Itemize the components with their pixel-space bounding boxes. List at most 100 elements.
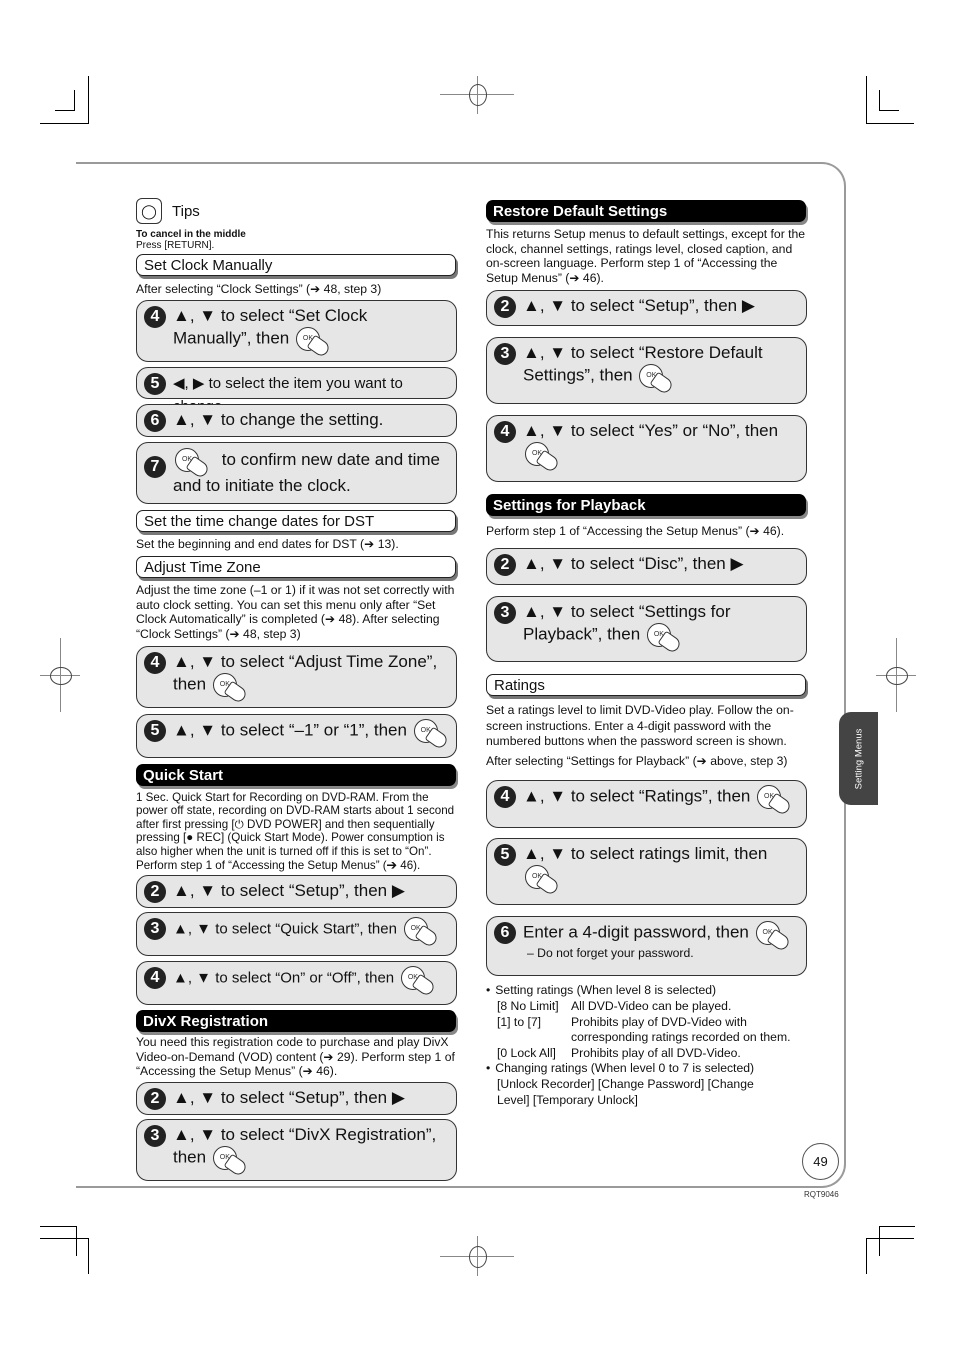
hand-icon	[411, 973, 437, 998]
crop-mark	[879, 1226, 880, 1256]
crop-mark	[866, 76, 867, 124]
step-number: 3	[144, 1124, 166, 1147]
step-item: 4 ▲, ▼ to select “Adjust Time Zone”, the…	[136, 645, 457, 708]
ratings-heading: Ratings	[486, 673, 806, 696]
step-item: 2 ▲, ▼ to select “Setup”, then ▶	[136, 1081, 457, 1115]
quick-start-heading: Quick Start	[136, 763, 456, 786]
hand-icon	[424, 726, 450, 750]
crop-mark	[76, 1226, 77, 1256]
step-item: 2 ▲, ▼ to select “Setup”, then ▶	[136, 875, 457, 909]
dst-text: Set the beginning and end dates for DST …	[136, 536, 399, 551]
tips-label: Tips	[172, 202, 200, 220]
step-text: ▲, ▼ to select “Setup”, then ▶	[173, 1087, 405, 1107]
step-number: 2	[144, 1087, 166, 1110]
lightbulb-icon: ◯	[136, 198, 162, 224]
quick-start-intro: 1 Sec. Quick Start for Recording on DVD-…	[136, 790, 455, 872]
step-number: 4	[144, 967, 166, 990]
step-item: 3 ▲, ▼ to select “DivX Registration”, th…	[136, 1118, 457, 1181]
step-item: 2 ▲, ▼ to select “Setup”, then ▶	[486, 290, 807, 327]
step-text: ▲, ▼ to change the setting.	[173, 409, 384, 429]
step-number: 4	[494, 421, 516, 444]
level-key: [0 Lock All]	[497, 1045, 556, 1060]
step-text: ▲, ▼ to select “–1” or “1”, then	[173, 720, 407, 740]
crop-mark	[879, 90, 880, 110]
level-desc: Prohibits play of DVD-Video with corresp…	[571, 1014, 791, 1045]
bullet-text: Setting ratings (When level 8 is selecte…	[495, 983, 717, 998]
set-clock-intro: After selecting “Clock Settings” (➔ 48, …	[136, 282, 382, 296]
doc-code: RQT9046	[804, 1190, 839, 1199]
step-item: 5 ▲, ▼ to select “–1” or “1”, then OK	[136, 713, 457, 758]
ratings-intro-2: After selecting “Settings for Playback” …	[486, 753, 788, 768]
step-number: 2	[144, 881, 166, 904]
crop-mark	[88, 76, 89, 124]
restore-intro: This returns Setup menus to default sett…	[486, 227, 806, 285]
time-zone-intro: Adjust the time zone (–1 or 1) if it was…	[136, 583, 455, 641]
step-number: 6	[494, 922, 516, 945]
ok-button-icon: OK	[755, 921, 792, 953]
step-item: 4 ▲, ▼ to select “Ratings”, then OK	[486, 780, 807, 829]
restore-heading: Restore Default Settings	[486, 200, 806, 222]
step-number: 3	[144, 918, 166, 941]
step-item: 6 Enter a 4-digit password, then OK – Do…	[486, 916, 807, 977]
side-tab: Setting Menus	[839, 712, 878, 805]
step-text: ▲, ▼ to select “Setup”, then ▶	[523, 296, 755, 316]
bullet-item: • Changing ratings (When level 0 to 7 is …	[486, 1061, 755, 1076]
step-number: 2	[494, 553, 516, 576]
ok-button-icon: OK	[525, 442, 561, 474]
step-text: ▲, ▼ to select “Set Clock Manually”, the…	[173, 305, 368, 348]
hand-icon	[767, 792, 793, 817]
step-text: ▲, ▼ to select “Settings for Playback”, …	[523, 601, 731, 644]
step-item: 6 ▲, ▼ to change the setting.	[136, 403, 457, 437]
ratings-intro: Set a ratings level to limit DVD-Video p…	[486, 702, 794, 749]
side-tab-label: Setting Menus	[853, 728, 864, 789]
left-column: ◯ Tips To cancel in the middle Press [RE…	[136, 198, 458, 1181]
bullet-item: • Setting ratings (When level 8 is select…	[486, 983, 717, 998]
step-number: 2	[494, 296, 516, 319]
ok-button-icon: OK	[212, 1145, 249, 1178]
step-text: ▲, ▼ to select ratings limit, then	[523, 844, 768, 864]
ok-button-icon: OK	[295, 326, 332, 358]
dst-heading: Set the time change dates for DST	[136, 509, 456, 532]
crop-mark	[866, 1238, 867, 1274]
set-clock-heading: Set Clock Manually	[136, 254, 456, 276]
step-text: ▲, ▼ to select “Disc”, then ▶	[523, 553, 744, 573]
hand-icon	[657, 630, 683, 655]
tips-header: ◯ Tips	[136, 198, 458, 224]
crop-mark	[866, 123, 914, 124]
level-row: [8 No Limit] All DVD-Video can be played.	[497, 999, 808, 1015]
ok-button-icon: OK	[400, 966, 437, 998]
level-desc: All DVD-Video can be played.	[571, 998, 732, 1013]
hand-icon	[649, 371, 675, 396]
hand-icon	[306, 334, 332, 358]
step-item: 4 ▲, ▼ to select “On” or “Off”, then OK	[136, 961, 457, 1006]
step-item: 7 OK to confirm new date and time and to…	[136, 441, 457, 504]
ok-button-icon: OK	[639, 364, 675, 396]
step-text: to confirm new date and time and to init…	[173, 449, 441, 495]
step-number: 3	[494, 343, 516, 366]
password-note: – Do not forget your password.	[527, 946, 694, 961]
step-item: 3 ▲, ▼ to select “Restore Default Settin…	[486, 337, 807, 405]
step-text: Enter a 4-digit password, then	[523, 922, 749, 942]
crop-mark	[879, 110, 899, 111]
crop-mark	[74, 90, 75, 110]
hand-icon	[535, 872, 561, 897]
level-desc: Prohibits play of all DVD-Video.	[571, 1045, 741, 1060]
divx-heading: DivX Registration	[136, 1010, 456, 1033]
playback-heading: Settings for Playback	[486, 494, 806, 517]
step-number: 6	[144, 409, 166, 432]
step-number: 5	[494, 844, 516, 867]
step-number: 4	[144, 305, 166, 328]
crop-mark	[88, 1238, 89, 1274]
level-row: [1] to [7] Prohibits play of DVD-Video wi…	[497, 1015, 808, 1046]
right-column: Restore Default Settings This returns Se…	[486, 200, 808, 1108]
step-number: 5	[144, 719, 166, 742]
crop-mark	[866, 1238, 914, 1239]
ok-button-icon: OK	[525, 865, 561, 897]
crop-mark	[40, 1226, 76, 1227]
step-item: 3 ▲, ▼ to select “Settings for Playback”…	[486, 595, 807, 662]
ratings-levels: [8 No Limit] All DVD-Video can be played.…	[486, 999, 808, 1061]
step-item: 2 ▲, ▼ to select “Disc”, then ▶	[486, 547, 807, 585]
step-number: 5	[144, 372, 166, 395]
ok-button-icon: OK	[175, 448, 211, 480]
step-number: 3	[494, 601, 516, 624]
